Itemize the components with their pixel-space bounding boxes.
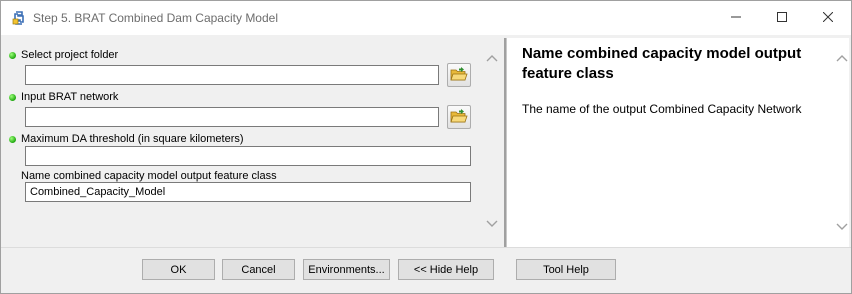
title-bar[interactable]: Step 5. BRAT Combined Dam Capacity Model	[1, 1, 851, 35]
output-feature-class-input[interactable]: Combined_Capacity_Model	[25, 182, 471, 202]
help-scrollbar[interactable]	[834, 41, 850, 247]
maximize-icon	[777, 11, 787, 25]
required-marker-icon	[9, 136, 16, 143]
help-title: Name combined capacity model output feat…	[522, 45, 802, 82]
field-label-brat-network: Input BRAT network	[21, 91, 119, 103]
button-bar: OK Cancel Environments... << Hide Help T…	[1, 247, 851, 293]
close-icon	[822, 11, 834, 25]
window-title: Step 5. BRAT Combined Dam Capacity Model	[33, 11, 278, 25]
dialog-window: Step 5. BRAT Combined Dam Capacity Model…	[0, 0, 852, 294]
browse-project-folder-button[interactable]	[447, 63, 471, 87]
project-folder-input[interactable]	[25, 65, 439, 85]
environments-button[interactable]: Environments...	[303, 259, 390, 280]
hide-help-button[interactable]: << Hide Help	[398, 259, 494, 280]
ok-button[interactable]: OK	[142, 259, 215, 280]
tool-help-button[interactable]: Tool Help	[516, 259, 616, 280]
max-da-threshold-input[interactable]	[25, 146, 471, 166]
scroll-up-icon[interactable]	[486, 53, 498, 63]
python-script-icon	[11, 10, 27, 26]
required-marker-icon	[9, 52, 16, 59]
cancel-button[interactable]: Cancel	[222, 259, 295, 280]
scroll-down-icon[interactable]	[836, 222, 848, 232]
parameters-scrollbar[interactable]	[484, 41, 500, 247]
browse-brat-network-button[interactable]	[447, 105, 471, 129]
required-marker-icon	[9, 94, 16, 101]
scroll-down-icon[interactable]	[486, 219, 498, 229]
minimize-button[interactable]	[713, 1, 759, 35]
open-folder-icon	[450, 66, 468, 85]
brat-network-input[interactable]	[25, 107, 439, 127]
minimize-icon	[731, 12, 741, 25]
maximize-button[interactable]	[759, 1, 805, 35]
scroll-up-icon[interactable]	[836, 53, 848, 63]
close-button[interactable]	[805, 1, 851, 35]
open-folder-icon	[450, 108, 468, 127]
field-label-max-da-threshold: Maximum DA threshold (in square kilomete…	[21, 133, 244, 145]
help-pane: Name combined capacity model output feat…	[506, 38, 849, 247]
field-label-project-folder: Select project folder	[21, 49, 119, 61]
help-description: The name of the output Combined Capacity…	[522, 102, 802, 116]
